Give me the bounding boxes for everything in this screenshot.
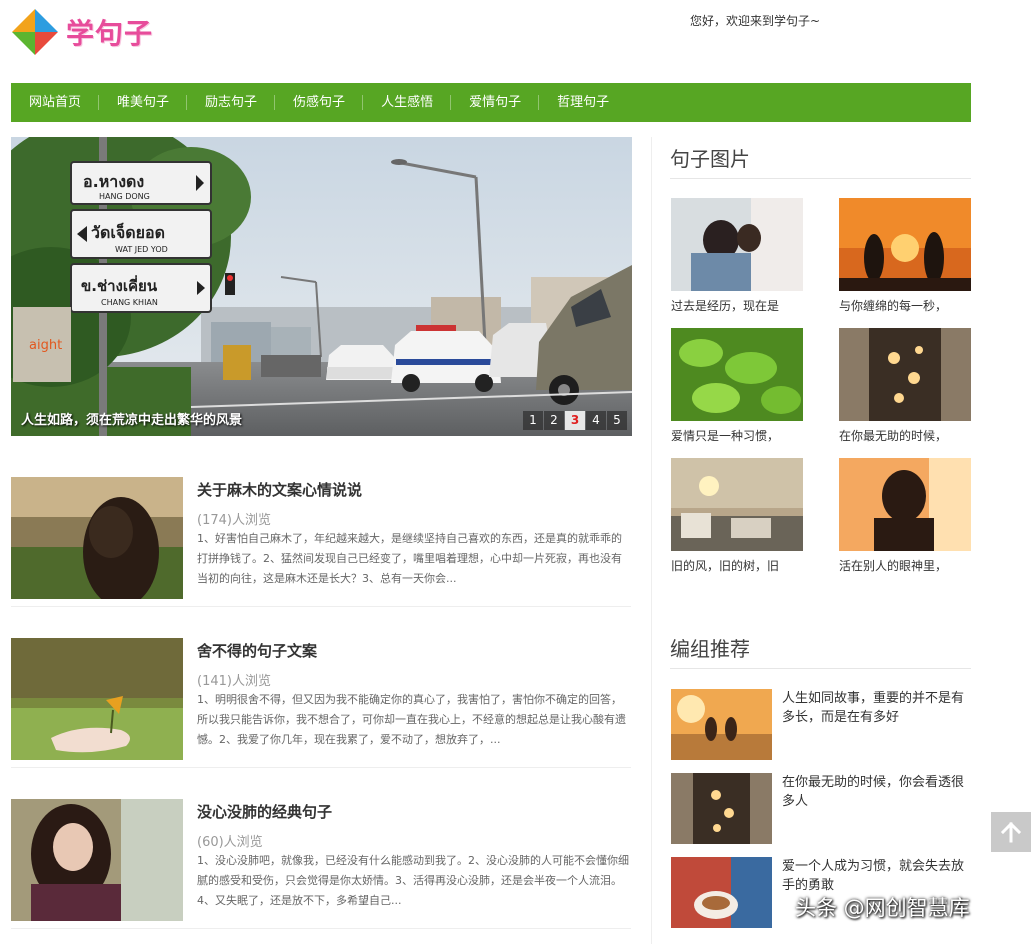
picture-card[interactable]: 活在别人的眼神里， (839, 458, 971, 574)
article-views: (60)人浏览 (197, 835, 263, 850)
site-header: 学句子 您好，欢迎来到学句子~ (0, 0, 1034, 83)
picture-card[interactable]: 在你最无助的时候， (839, 328, 971, 444)
picture-caption[interactable]: 过去是经历，现在是 (671, 297, 803, 314)
main-nav: 网站首页 唯美句子 励志句子 伤感句子 人生感悟 爱情句子 哲理句子 (11, 83, 971, 122)
sign-2-latin: WAT JED YOD (115, 245, 168, 254)
picture-caption[interactable]: 活在别人的眼神里， (839, 557, 971, 574)
article-views: (141)人浏览 (197, 674, 271, 689)
sign-3-thai: ข.ช่างเคี่ยน (81, 275, 158, 295)
picture-card[interactable]: 爱情只是一种习惯， (671, 328, 803, 444)
slider-image: อ.หางดง HANG DONG วัดเจ็ดยอด WAT JED YOD… (11, 137, 632, 436)
picture-image[interactable] (839, 198, 971, 291)
section-title-recommend: 编组推荐 (670, 633, 971, 669)
welcome-text: 您好，欢迎来到学句子~ (690, 14, 821, 28)
arrow-up-icon (1000, 821, 1022, 843)
nav-item-sad[interactable]: 伤感句子 (275, 83, 364, 122)
article-excerpt: 1、没心没肺吧，就像我，已经没有什么能感动到我了。2、没心没肺的人可能不会懂你细… (197, 854, 629, 907)
slider-dot-2[interactable]: 2 (544, 411, 564, 430)
picture-image[interactable] (671, 328, 803, 421)
article-title[interactable]: 没心没肺的经典句子 (197, 801, 332, 822)
logo-pinwheel-icon (12, 9, 58, 55)
hero-slider[interactable]: อ.หางดง HANG DONG วัดเจ็ดยอด WAT JED YOD… (11, 137, 632, 436)
picture-image[interactable] (839, 458, 971, 551)
slider-dot-4[interactable]: 4 (586, 411, 606, 430)
nav-item-beautiful[interactable]: 唯美句子 (99, 83, 188, 122)
site-logo[interactable]: 学句子 (10, 6, 170, 58)
picture-caption[interactable]: 旧的风，旧的树，旧 (671, 557, 803, 574)
article-item: 关于麻木的文案心情说说 (174)人浏览 1、好害怕自己麻木了，年纪越来越大，是… (11, 477, 631, 607)
slider-caption[interactable]: 人生如路，须在荒凉中走出繁华的风景 (21, 409, 242, 428)
column-divider (651, 137, 652, 944)
article-excerpt: 1、好害怕自己麻木了，年纪越来越大，是继续坚持自己喜欢的东西，还是真的就乖乖的打… (197, 532, 622, 585)
slider-dot-5[interactable]: 5 (607, 411, 627, 430)
article-thumbnail[interactable] (11, 477, 183, 599)
article-excerpt: 1、明明很舍不得，但又因为我不能确定你的真心了，我害怕了，害怕你不确定的回答，所… (197, 693, 626, 746)
article-item: 舍不得的句子文案 (141)人浏览 1、明明很舍不得，但又因为我不能确定你的真心… (11, 638, 631, 768)
sign-1-latin: HANG DONG (99, 192, 150, 201)
picture-image[interactable] (671, 458, 803, 551)
sign-3-latin: CHANG KHIAN (101, 298, 158, 307)
recommend-text[interactable]: 人生如同故事，重要的并不是有多长，而是在有多好 (782, 689, 972, 727)
article-views: (174)人浏览 (197, 513, 271, 528)
nav-item-home[interactable]: 网站首页 (11, 83, 100, 122)
recommend-text[interactable]: 在你最无助的时候，你会看透很多人 (782, 773, 972, 811)
watermark: 头条 @网创智慧库 (795, 896, 970, 920)
nav-item-life[interactable]: 人生感悟 (363, 83, 452, 122)
nav-item-philosophy[interactable]: 哲理句子 (539, 83, 627, 122)
slider-dot-3[interactable]: 3 (565, 411, 585, 430)
picture-card[interactable]: 旧的风，旧的树，旧 (671, 458, 803, 574)
picture-caption[interactable]: 与你缠绵的每一秒， (839, 297, 971, 314)
sign-2-thai: วัดเจ็ดยอด (91, 221, 165, 242)
recommend-image[interactable] (671, 773, 772, 844)
picture-card[interactable]: 过去是经历，现在是 (671, 198, 803, 314)
picture-image[interactable] (671, 198, 803, 291)
nav-item-inspirational[interactable]: 励志句子 (187, 83, 276, 122)
shop-sign: aight (29, 338, 62, 353)
slider-pagination: 1 2 3 4 5 (523, 411, 627, 430)
slider-dot-1[interactable]: 1 (523, 411, 543, 430)
sign-1-thai: อ.หางดง (83, 172, 144, 191)
recommend-text[interactable]: 爱一个人成为习惯，就会失去放手的勇敢 (782, 857, 972, 895)
picture-image[interactable] (839, 328, 971, 421)
logo-text: 学句子 (66, 17, 154, 50)
back-to-top-button[interactable] (991, 812, 1031, 852)
article-thumbnail[interactable] (11, 799, 183, 921)
nav-item-love[interactable]: 爱情句子 (451, 83, 540, 122)
recommend-item[interactable]: 人生如同故事，重要的并不是有多长，而是在有多好 (671, 689, 971, 761)
article-item: 没心没肺的经典句子 (60)人浏览 1、没心没肺吧，就像我，已经没有什么能感动到… (11, 799, 631, 929)
article-thumbnail[interactable] (11, 638, 183, 760)
picture-card[interactable]: 与你缠绵的每一秒， (839, 198, 971, 314)
recommend-item[interactable]: 在你最无助的时候，你会看透很多人 (671, 773, 971, 845)
recommend-image[interactable] (671, 689, 772, 760)
section-title-pictures: 句子图片 (670, 143, 971, 179)
article-title[interactable]: 关于麻木的文案心情说说 (197, 479, 362, 500)
recommend-image[interactable] (671, 857, 772, 928)
picture-caption[interactable]: 爱情只是一种习惯， (671, 427, 803, 444)
article-title[interactable]: 舍不得的句子文案 (197, 640, 317, 661)
picture-caption[interactable]: 在你最无助的时候， (839, 427, 971, 444)
